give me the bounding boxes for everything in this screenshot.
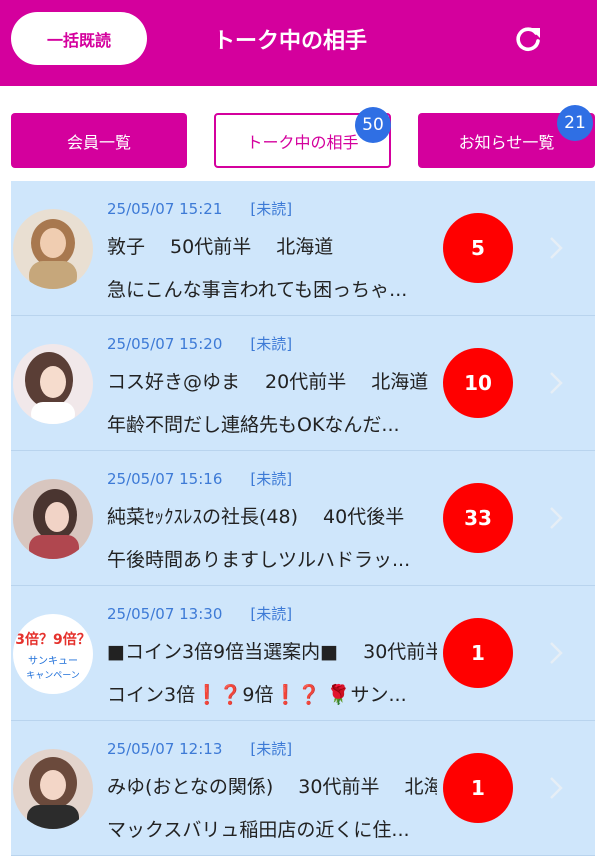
- chevron-right-icon: [550, 507, 563, 529]
- message-meta: 25/05/07 15:21 [未読]: [107, 198, 292, 219]
- tab-talking[interactable]: トーク中の相手 50: [214, 107, 391, 168]
- profile-summary: 敦子 50代前半 北海道: [107, 236, 334, 258]
- campaign-avatar-title: 3倍？9倍？: [15, 631, 90, 648]
- message-preview: 午後時間ありますしツルハドラッ...: [107, 549, 411, 571]
- conversation-list: 25/05/07 15:21 [未読] 敦子 50代前半 北海道 急にこんな事言わ…: [11, 181, 595, 856]
- message-preview: 急にこんな事言われても困っちゃ...: [107, 279, 408, 301]
- chevron-right-icon: [550, 642, 563, 664]
- mark-all-read-button[interactable]: 一括既読: [11, 12, 147, 65]
- profile-summary: みゆ(おとなの関係) 30代前半 北海道: [107, 776, 437, 798]
- message-meta: 25/05/07 15:16 [未読]: [107, 468, 292, 489]
- conversation-row[interactable]: 25/05/07 12:13 [未読] みゆ(おとなの関係) 30代前半 北海道 …: [11, 721, 595, 856]
- page-title: トーク中の相手: [212, 28, 367, 54]
- unread-status: [未読]: [250, 605, 293, 623]
- unread-count-badge: 5: [443, 213, 513, 283]
- tab-notices[interactable]: お知らせ一覧 21: [418, 105, 595, 168]
- tab-count-badge: 21: [557, 105, 593, 141]
- app-header: 一括既読 トーク中の相手: [0, 0, 597, 86]
- timestamp: 25/05/07 15:16: [107, 470, 223, 488]
- unread-status: [未読]: [250, 740, 293, 758]
- campaign-avatar-caption: キャンペーン: [26, 671, 80, 681]
- avatar: [13, 749, 93, 829]
- timestamp: 25/05/07 15:21: [107, 200, 223, 218]
- message-preview: マックスバリュ稲田店の近くに住...: [107, 819, 410, 841]
- tab-members[interactable]: 会員一覧: [11, 113, 187, 168]
- avatar: 3倍？9倍？ サンキュー キャンペーン: [13, 614, 93, 694]
- unread-status: [未読]: [250, 335, 293, 353]
- message-preview: コイン3倍❗❓9倍❗❓ 🌹サン...: [107, 684, 407, 706]
- timestamp: 25/05/07 15:20: [107, 335, 223, 353]
- conversation-row[interactable]: 3倍？9倍？ サンキュー キャンペーン 25/05/07 13:30 [未読] ■…: [11, 586, 595, 721]
- campaign-avatar-subtitle: サンキュー: [28, 655, 78, 667]
- refresh-icon: [516, 27, 540, 51]
- tab-label: 会員一覧: [66, 132, 131, 152]
- conversation-row[interactable]: 25/05/07 15:21 [未読] 敦子 50代前半 北海道 急にこんな事言わ…: [11, 181, 595, 316]
- conversation-row[interactable]: 25/05/07 15:16 [未読] 純菜ｾｯｸｽﾚｽの社長(48) 40代後半…: [11, 451, 595, 586]
- unread-count-badge: 10: [443, 348, 513, 418]
- unread-count-badge: 1: [443, 753, 513, 823]
- message-meta: 25/05/07 15:20 [未読]: [107, 333, 292, 354]
- message-meta: 25/05/07 13:30 [未読]: [107, 603, 292, 624]
- unread-status: [未読]: [250, 200, 293, 218]
- tab-label: トーク中の相手: [246, 132, 359, 152]
- profile-summary: コス好き@ゆま 20代前半 北海道: [107, 371, 429, 393]
- unread-status: [未読]: [250, 470, 293, 488]
- profile-summary: ■コイン3倍9倍当選案内■ 30代前半: [107, 641, 437, 663]
- timestamp: 25/05/07 13:30: [107, 605, 223, 623]
- message-meta: 25/05/07 12:13 [未読]: [107, 738, 292, 759]
- refresh-button[interactable]: [508, 20, 548, 58]
- timestamp: 25/05/07 12:13: [107, 740, 223, 758]
- profile-summary: 純菜ｾｯｸｽﾚｽの社長(48) 40代後半: [107, 506, 405, 528]
- conversation-row[interactable]: 25/05/07 15:20 [未読] コス好き@ゆま 20代前半 北海道 年齢不…: [11, 316, 595, 451]
- chevron-right-icon: [550, 237, 563, 259]
- avatar: [13, 344, 93, 424]
- chevron-right-icon: [550, 372, 563, 394]
- unread-count-badge: 33: [443, 483, 513, 553]
- tab-bar: 会員一覧 トーク中の相手 50 お知らせ一覧 21: [0, 105, 597, 169]
- chevron-right-icon: [550, 777, 563, 799]
- avatar: [13, 479, 93, 559]
- message-preview: 年齢不問だし連絡先もOKなんだ...: [107, 414, 400, 436]
- unread-count-badge: 1: [443, 618, 513, 688]
- tab-count-badge: 50: [355, 107, 391, 143]
- tab-label: お知らせ一覧: [458, 132, 555, 152]
- avatar: [13, 209, 93, 289]
